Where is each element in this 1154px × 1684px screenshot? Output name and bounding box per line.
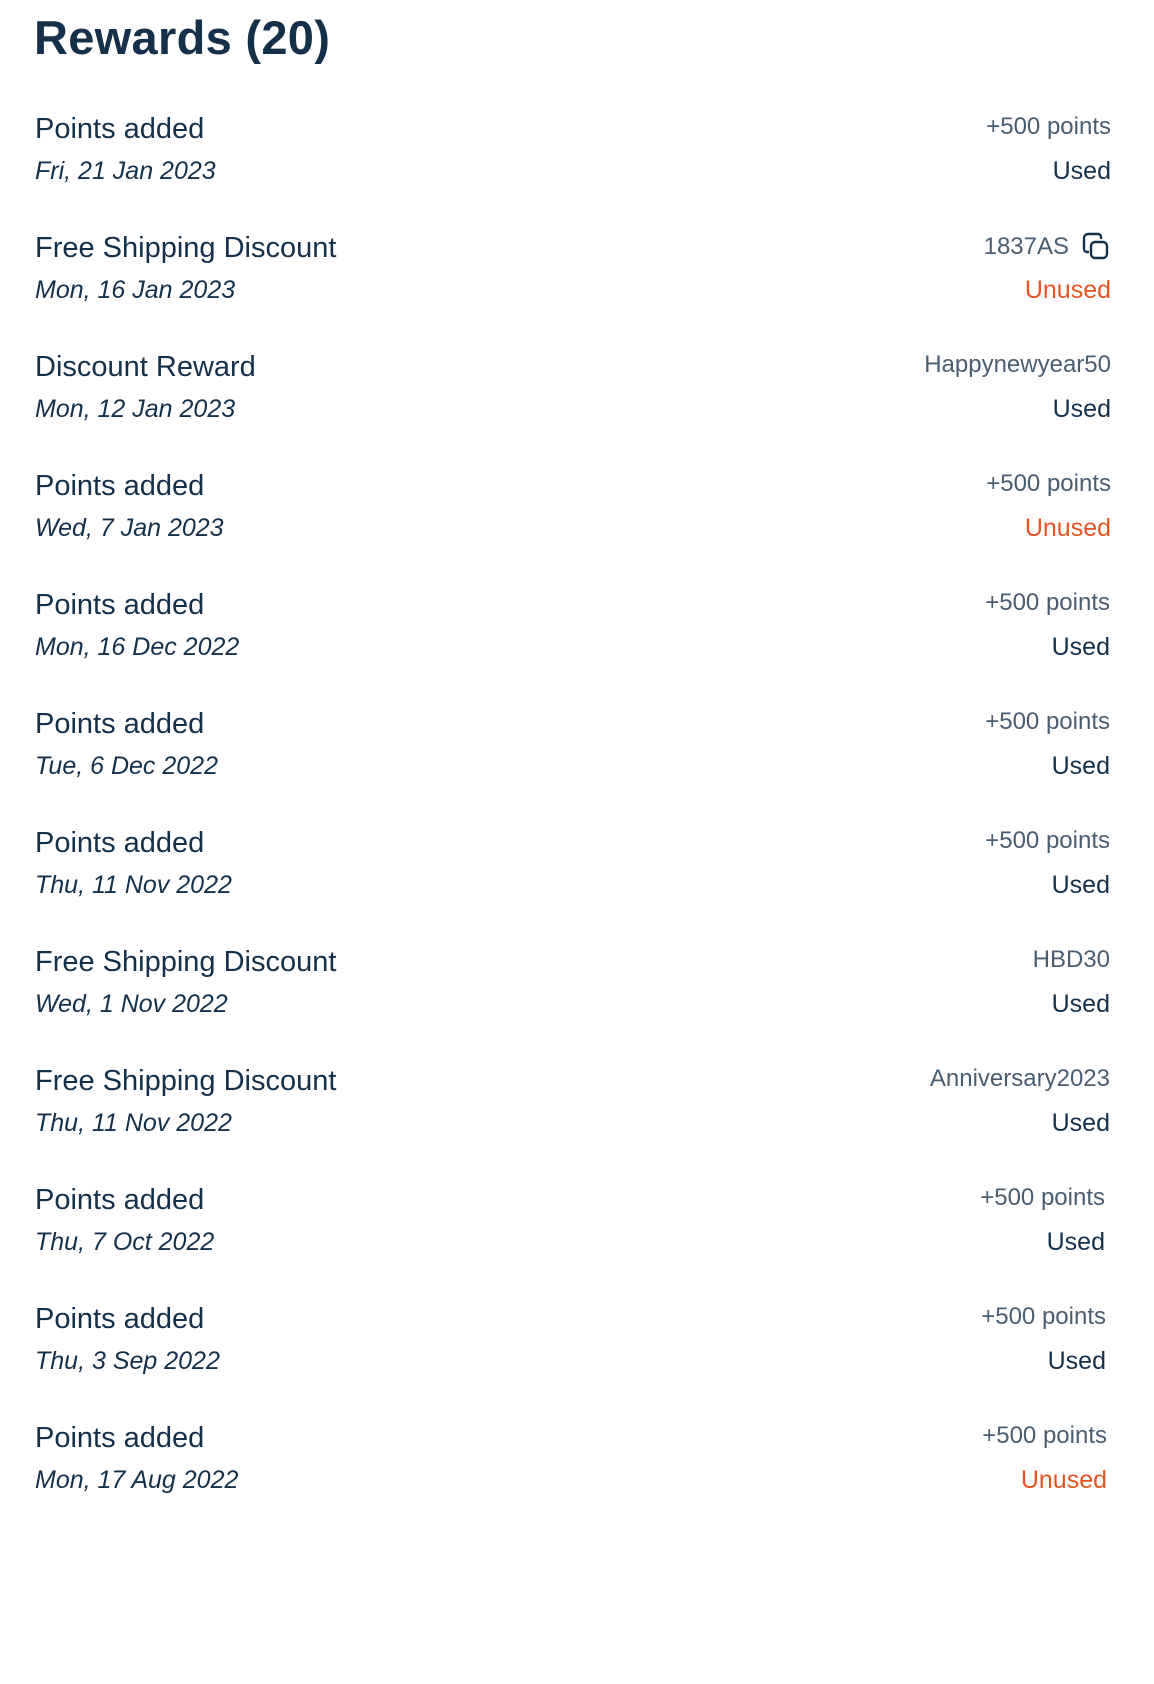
reward-row: Free Shipping Discount Thu, 11 Nov 2022 … xyxy=(35,1065,1110,1165)
reward-label: Points added xyxy=(35,470,205,502)
reward-date: Mon, 17 Aug 2022 xyxy=(35,1466,239,1494)
reward-row: Points added Thu, 3 Sep 2022 +500 points… xyxy=(35,1303,1106,1403)
reward-value-text: +500 points xyxy=(985,589,1110,616)
reward-label: Free Shipping Discount xyxy=(35,946,337,978)
reward-label: Points added xyxy=(35,1184,205,1216)
reward-row: Points added Mon, 17 Aug 2022 +500 point… xyxy=(35,1422,1107,1522)
reward-value-text: +500 points xyxy=(986,470,1111,497)
reward-row: Points added Wed, 7 Jan 2023 +500 points… xyxy=(35,470,1111,570)
reward-status: Used xyxy=(1051,1109,1110,1137)
reward-value-text: +500 points xyxy=(985,827,1110,854)
reward-label: Points added xyxy=(35,708,205,740)
reward-value: +500 points xyxy=(985,827,1110,855)
reward-value-text: +500 points xyxy=(980,1184,1105,1211)
reward-value-text: Happynewyear50 xyxy=(924,351,1111,378)
reward-value-text: 1837AS xyxy=(983,233,1069,260)
reward-status: Used xyxy=(1046,1228,1105,1256)
copy-icon[interactable] xyxy=(1081,232,1111,262)
reward-label: Points added xyxy=(35,1422,205,1454)
reward-label: Points added xyxy=(35,827,205,859)
reward-value: +500 points xyxy=(982,1422,1107,1450)
reward-value: +500 points xyxy=(980,1184,1105,1212)
reward-date: Mon, 16 Dec 2022 xyxy=(35,633,240,661)
reward-status: Used xyxy=(1051,871,1110,899)
reward-date: Wed, 7 Jan 2023 xyxy=(35,514,224,542)
reward-status: Used xyxy=(1051,633,1110,661)
reward-row: Discount Reward Mon, 12 Jan 2023 Happyne… xyxy=(35,351,1111,451)
reward-status: Used xyxy=(1051,752,1110,780)
reward-value: +500 points xyxy=(985,708,1110,736)
reward-value: 1837AS xyxy=(984,232,1111,262)
reward-value-text: +500 points xyxy=(985,708,1110,735)
reward-row: Points added Tue, 6 Dec 2022 +500 points… xyxy=(35,708,1110,808)
reward-status: Used xyxy=(1052,395,1111,423)
reward-date: Mon, 16 Jan 2023 xyxy=(35,276,236,304)
reward-value-text: +500 points xyxy=(986,113,1111,140)
reward-row: Points added Fri, 21 Jan 2023 +500 point… xyxy=(35,113,1111,213)
reward-row: Points added Mon, 16 Dec 2022 +500 point… xyxy=(35,589,1110,689)
reward-date: Thu, 11 Nov 2022 xyxy=(35,871,232,899)
reward-value: HBD30 xyxy=(1033,946,1110,974)
reward-row: Free Shipping Discount Mon, 16 Jan 2023 … xyxy=(35,232,1111,332)
reward-value: Happynewyear50 xyxy=(924,351,1111,379)
reward-status: Used xyxy=(1051,990,1110,1018)
reward-value-text: +500 points xyxy=(981,1303,1106,1330)
reward-label: Free Shipping Discount xyxy=(35,1065,337,1097)
reward-row: Points added Thu, 7 Oct 2022 +500 points… xyxy=(35,1184,1105,1284)
reward-date: Thu, 3 Sep 2022 xyxy=(35,1347,220,1375)
reward-status: Unused xyxy=(1024,276,1111,304)
reward-date: Thu, 7 Oct 2022 xyxy=(35,1228,215,1256)
reward-value-text: HBD30 xyxy=(1032,946,1110,973)
reward-status: Unused xyxy=(1020,1466,1107,1494)
reward-label: Discount Reward xyxy=(35,351,256,383)
reward-value-text: +500 points xyxy=(982,1422,1107,1449)
rewards-page: Rewards (20) Points added Fri, 21 Jan 20… xyxy=(0,0,1154,1684)
reward-label: Points added xyxy=(35,1303,205,1335)
reward-date: Thu, 11 Nov 2022 xyxy=(35,1109,232,1137)
reward-value: +500 points xyxy=(981,1303,1106,1331)
reward-label: Points added xyxy=(35,589,205,621)
reward-row: Free Shipping Discount Wed, 1 Nov 2022 H… xyxy=(35,946,1110,1046)
reward-value: +500 points xyxy=(986,470,1111,498)
reward-value-text: Anniversary2023 xyxy=(929,1065,1110,1092)
reward-label: Points added xyxy=(35,113,205,145)
reward-date: Fri, 21 Jan 2023 xyxy=(35,157,216,185)
reward-status: Used xyxy=(1047,1347,1106,1375)
reward-date: Mon, 12 Jan 2023 xyxy=(35,395,236,423)
reward-value: +500 points xyxy=(986,113,1111,141)
reward-value: +500 points xyxy=(985,589,1110,617)
reward-date: Tue, 6 Dec 2022 xyxy=(35,752,218,780)
reward-status: Unused xyxy=(1024,514,1111,542)
reward-row: Points added Thu, 11 Nov 2022 +500 point… xyxy=(35,827,1110,927)
reward-list: Points added Fri, 21 Jan 2023 +500 point… xyxy=(0,0,1154,1684)
reward-label: Free Shipping Discount xyxy=(35,232,337,264)
reward-status: Used xyxy=(1052,157,1111,185)
reward-value: Anniversary2023 xyxy=(930,1065,1110,1093)
reward-date: Wed, 1 Nov 2022 xyxy=(35,990,228,1018)
